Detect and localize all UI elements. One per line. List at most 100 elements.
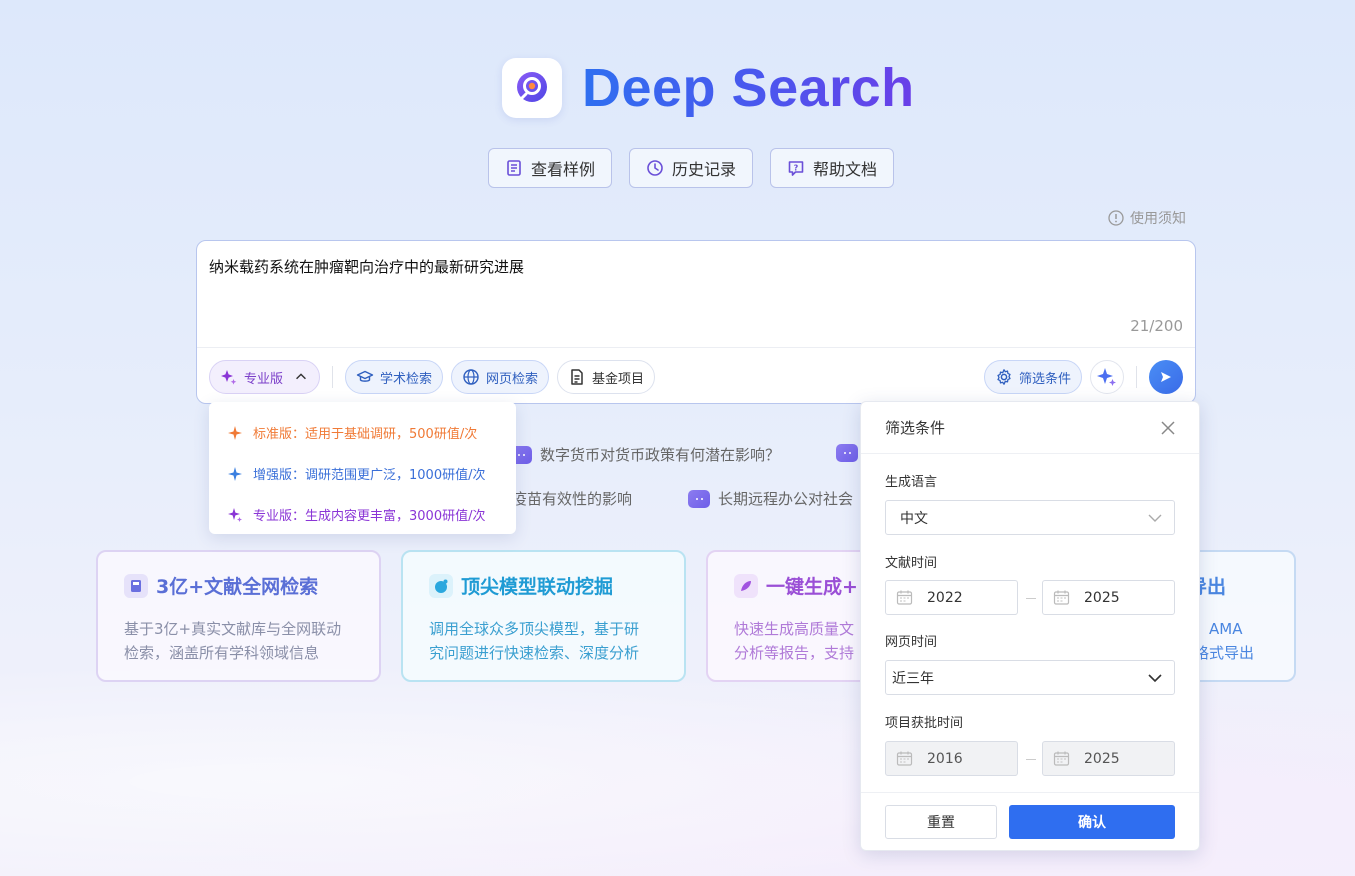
- ai-sparkle-button[interactable]: [1090, 360, 1124, 394]
- version-option-standard[interactable]: 标准版：适用于基础调研，500研值/次: [209, 412, 516, 453]
- card-desc-line: 基于3亿+真实文献库与全网联动: [124, 620, 342, 638]
- card-title-text: 顶尖模型联动挖掘: [461, 576, 614, 598]
- card-title-text: 3亿+文献全网检索: [156, 576, 319, 598]
- card-title: 一键生成+: [734, 572, 878, 599]
- card-desc-line: 快速生成高质量文: [734, 620, 855, 638]
- view-examples-button[interactable]: 查看样例: [488, 148, 613, 188]
- web-time-value: 近三年: [892, 670, 934, 687]
- suggestion-text: 疫苗有效性的影响: [512, 490, 633, 508]
- globe-icon: [463, 369, 479, 385]
- book-icon: [124, 573, 148, 598]
- card-desc-line: 究问题进行快速检索、深度分析: [429, 644, 640, 662]
- history-button[interactable]: 历史记录: [629, 148, 754, 188]
- usage-notice-label: 使用须知: [1130, 211, 1186, 227]
- literature-end-year[interactable]: 2025: [1042, 580, 1175, 615]
- confirm-button[interactable]: 确认: [1009, 805, 1175, 839]
- version-option-pro[interactable]: 专业版：生成内容更丰富，3000研值/次: [209, 494, 516, 535]
- gear-icon: [997, 369, 1011, 385]
- query-input[interactable]: 纳米载药系统在肿瘤靶向治疗中的最新研究进展: [209, 256, 524, 277]
- language-label: 生成语言: [885, 475, 938, 490]
- history-label: 历史记录: [672, 160, 737, 179]
- suggestion-text: 数字货币对货币政策有何潜在影响？: [540, 446, 781, 464]
- web-time-select[interactable]: 近三年: [885, 660, 1175, 695]
- reset-button[interactable]: 重置: [885, 805, 997, 839]
- star-sparkle-icon: [228, 507, 242, 522]
- char-counter: 21/200: [1130, 317, 1183, 335]
- close-icon[interactable]: [1161, 420, 1175, 435]
- filter-panel-header: 筛选条件: [861, 402, 1199, 454]
- version-label: 专业版: [244, 371, 284, 387]
- chat-bubble-icon: [836, 444, 858, 462]
- suggestion-item[interactable]: 长期远程办公对社会: [688, 488, 853, 509]
- chat-bubble-icon: [688, 489, 710, 508]
- feather-icon: [734, 573, 758, 598]
- project-start-value: 2016: [927, 750, 963, 767]
- app-logo-icon: [517, 72, 547, 102]
- feature-card-literature: 3亿+文献全网检索 基于3亿+真实文献库与全网联动 检索，涵盖所有学科领域信息: [96, 550, 381, 682]
- filter-panel-title: 筛选条件: [885, 419, 946, 437]
- project-end-value: 2025: [1084, 750, 1120, 767]
- literature-end-value: 2025: [1084, 589, 1120, 606]
- literature-start-year[interactable]: 2022: [885, 580, 1018, 615]
- toolbar-separator: [332, 366, 334, 388]
- logo-header: Deep Search: [502, 57, 915, 119]
- project-time-label: 项目获批时间: [885, 716, 964, 731]
- document-icon: [507, 160, 521, 176]
- calendar-icon: [1053, 751, 1070, 766]
- card-desc-line: 分析等报告，支持: [734, 644, 855, 662]
- language-value: 中文: [900, 510, 928, 527]
- sparkle-icon: [1097, 368, 1116, 386]
- filter-panel: 筛选条件 生成语言 中文 文献时间 2022 2025 网页时间 近三年 项目获…: [860, 401, 1200, 851]
- card-desc-line: 、AMA: [1194, 620, 1243, 638]
- suggestion-item[interactable]: 数字货币对货币政策有何潜在影响？: [510, 444, 780, 465]
- version-option-enhanced[interactable]: 增强版：调研范围更广泛，1000研值/次: [209, 453, 516, 494]
- card-title: 顶尖模型联动挖掘: [429, 572, 658, 599]
- file-text-icon: [571, 369, 583, 385]
- app-title: Deep Search: [582, 58, 915, 118]
- literature-start-value: 2022: [927, 589, 963, 606]
- language-select[interactable]: 中文: [885, 500, 1175, 535]
- card-title: 导出: [1188, 572, 1268, 599]
- filter-conditions-button[interactable]: 筛选条件: [983, 360, 1082, 394]
- clock-icon: [647, 160, 663, 176]
- send-arrow-icon: [1161, 372, 1171, 382]
- fund-project-toggle[interactable]: 基金项目: [557, 360, 656, 394]
- suggestion-item[interactable]: [836, 444, 858, 462]
- fund-project-label: 基金项目: [592, 371, 645, 387]
- search-toolbar: 专业版 学术检索 网页检索 基金项目 筛选条件: [209, 359, 1183, 395]
- literature-time-label: 文献时间: [885, 556, 938, 571]
- calendar-icon: [1053, 590, 1070, 605]
- card-title-text: 一键生成+: [766, 576, 858, 598]
- card-desc-line: 检索，涵盖所有学科领域信息: [124, 644, 320, 662]
- version-option-label: 专业版：生成内容更丰富，3000研值/次: [253, 509, 486, 524]
- help-docs-button[interactable]: ? 帮助文档: [770, 148, 895, 188]
- project-end-year: 2025: [1042, 741, 1175, 776]
- send-button[interactable]: [1149, 360, 1183, 394]
- view-examples-label: 查看样例: [531, 160, 596, 179]
- card-title: 3亿+文献全网检索: [124, 572, 353, 599]
- version-selector[interactable]: 专业版: [209, 360, 321, 394]
- filter-footer-divider: [861, 792, 1199, 793]
- svg-text:?: ?: [794, 164, 799, 173]
- suggestion-item[interactable]: 疫苗有效性的影响: [512, 488, 632, 509]
- search-divider: [197, 347, 1195, 348]
- chevron-up-icon: [296, 373, 306, 380]
- info-icon: [1108, 210, 1124, 226]
- card-desc-line: 调用全球众多顶尖模型，基于研: [429, 620, 640, 638]
- help-icon: ?: [788, 161, 804, 176]
- academic-search-toggle[interactable]: 学术检索: [345, 360, 444, 394]
- version-dropdown: 标准版：适用于基础调研，500研值/次 增强版：调研范围更广泛，1000研值/次…: [209, 402, 516, 534]
- card-description: 调用全球众多顶尖模型，基于研 究问题进行快速检索、深度分析: [429, 617, 658, 665]
- star-sparkle-icon: [228, 425, 242, 440]
- search-box: 纳米载药系统在肿瘤靶向治疗中的最新研究进展 21/200 专业版 学术检索 网页…: [196, 240, 1196, 404]
- chevron-down-icon: [1148, 514, 1162, 522]
- help-docs-label: 帮助文档: [813, 160, 878, 179]
- usage-notice-link[interactable]: 使用须知: [1108, 208, 1186, 228]
- web-search-toggle[interactable]: 网页检索: [451, 360, 550, 394]
- chevron-down-icon: [1148, 673, 1162, 682]
- app-logo: [502, 58, 562, 118]
- card-description: 快速生成高质量文 分析等报告，支持: [734, 617, 878, 665]
- web-search-label: 网页检索: [486, 371, 539, 387]
- card-desc-line: 格式导出: [1194, 644, 1255, 662]
- calendar-icon: [896, 751, 913, 766]
